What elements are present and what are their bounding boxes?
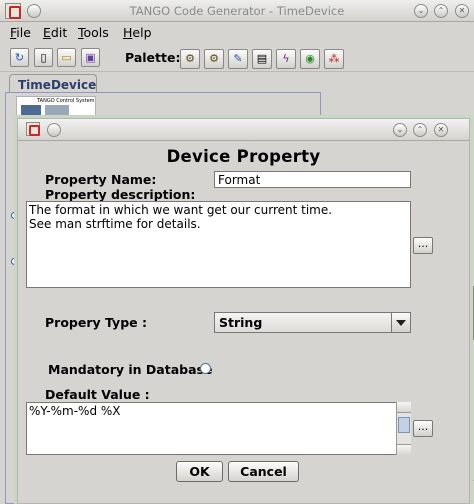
thumbnail-block [45, 105, 69, 119]
scroll-up-icon[interactable] [397, 402, 411, 413]
minimize-icon[interactable]: ⌄ [414, 4, 428, 18]
close-icon[interactable]: ✕ [455, 4, 469, 18]
cancel-button[interactable]: Cancel [228, 461, 299, 482]
default-ellipsis-button[interactable]: ... [413, 420, 433, 437]
attribute-icon[interactable]: ⚙ [204, 49, 224, 69]
colors-icon[interactable]: ⁂ [324, 49, 344, 69]
tab-timedevice[interactable]: TimeDevice [9, 74, 97, 94]
main-window-titlebar: TANGO Code Generator - TimeDevice ⌄ ⌃ ✕ [0, 0, 474, 22]
diagram-connector [14, 140, 15, 300]
property-type-value: String [219, 315, 263, 330]
palette-label: Palette: [125, 50, 181, 65]
dialog-app-icon[interactable] [26, 122, 40, 136]
command-icon[interactable]: ⚙ [180, 49, 200, 69]
property-description-label: Property description: [45, 187, 196, 202]
mandatory-label: Mandatory in Database [48, 362, 213, 377]
eye-icon[interactable]: ◉ [300, 49, 320, 69]
default-value-scrollbar[interactable] [396, 402, 411, 455]
chevron-down-icon[interactable] [391, 313, 410, 332]
tab-strip: TimeDevice [0, 72, 474, 94]
dialog-titlebar: ⌄ ⌃ ✕ [18, 119, 469, 141]
save-icon[interactable]: ▣ [81, 48, 100, 67]
maximize-icon[interactable]: ⌃ [434, 4, 448, 18]
menu-tools[interactable]: Tools [78, 25, 109, 40]
main-window-title: TANGO Code Generator - TimeDevice [129, 4, 345, 18]
diagram-thumbnail: TANGO Control System [16, 96, 96, 120]
menu-help[interactable]: Help [123, 25, 152, 40]
property-type-label: Propery Type : [45, 315, 147, 330]
default-value-label: Default Value : [45, 387, 150, 402]
property-name-label: Property Name: [45, 172, 157, 187]
menu-edit[interactable]: Edit [43, 25, 67, 40]
dialog-close-icon[interactable]: ✕ [434, 123, 448, 137]
mandatory-radio[interactable] [200, 363, 211, 374]
dialog-heading: Device Property [166, 147, 321, 166]
default-value-textarea[interactable]: %Y-%m-%d %X [26, 402, 396, 455]
scroll-down-icon[interactable] [397, 444, 411, 455]
new-file-icon[interactable]: ▯ [34, 48, 53, 67]
property-name-field[interactable]: Format [214, 171, 411, 188]
property-description-textarea[interactable]: The format in which we want get our curr… [26, 201, 411, 288]
thumbnail-header: TANGO Control System [37, 98, 95, 104]
thumbnail-block [21, 105, 41, 119]
menu-file[interactable]: File [10, 25, 31, 40]
dialog-menu-icon[interactable] [47, 123, 61, 137]
description-ellipsis-button[interactable]: ... [413, 237, 433, 254]
ok-button[interactable]: OK [176, 461, 223, 482]
device-property-dialog: ⌄ ⌃ ✕ Device Property Property Name: For… [17, 118, 470, 504]
dialog-maximize-icon[interactable]: ⌃ [413, 123, 427, 137]
state-icon[interactable]: ▤ [252, 49, 272, 69]
signal-icon[interactable]: ϟ [276, 49, 296, 69]
scroll-thumb[interactable] [398, 417, 410, 433]
refresh-icon[interactable]: ↻ [10, 48, 29, 67]
menu-bar: File Edit Tools Help [0, 22, 474, 43]
open-folder-icon[interactable]: ▭ [57, 48, 76, 67]
dialog-minimize-icon[interactable]: ⌄ [393, 123, 407, 137]
property-type-select[interactable]: String [214, 312, 411, 333]
property-icon[interactable]: ✎ [228, 49, 248, 69]
